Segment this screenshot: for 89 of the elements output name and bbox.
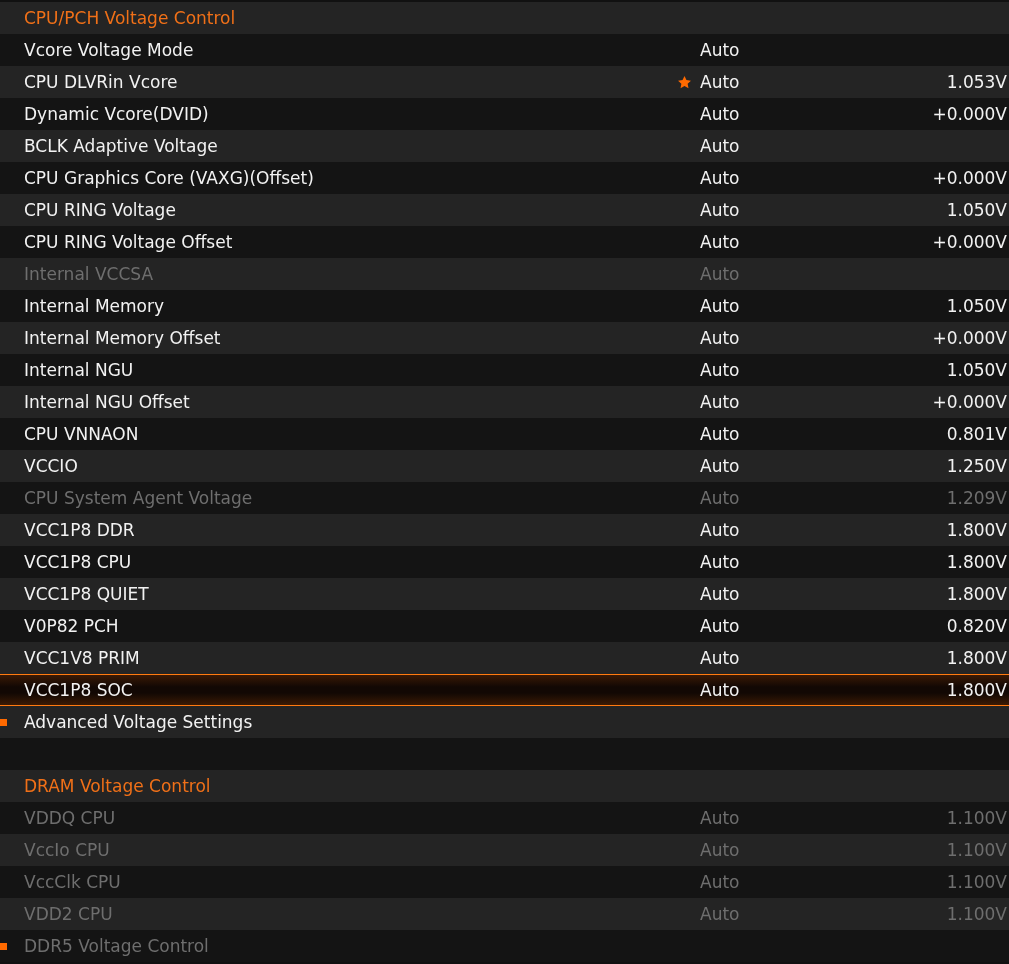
setting-label: CPU DLVRin Vcore [24, 72, 179, 92]
voltage-reading: 1.800V [946, 584, 1007, 604]
voltage-reading: 1.053V [946, 72, 1007, 92]
setting-row[interactable]: VCC1P8 SOC Auto 1.800V [0, 674, 1009, 706]
section-heading: DRAM Voltage Control [24, 776, 211, 796]
voltage-reading: 1.800V [946, 680, 1007, 700]
setting-value: Auto [700, 488, 740, 508]
setting-value: Auto [700, 520, 740, 540]
setting-row[interactable]: VCCIO Auto 1.250V [0, 450, 1009, 482]
voltage-reading: +0.000V [932, 328, 1007, 348]
setting-label: Internal NGU [24, 360, 135, 380]
setting-label: VCC1P8 SOC [24, 680, 134, 700]
setting-row[interactable]: VCC1V8 PRIM Auto 1.800V [0, 642, 1009, 674]
voltage-reading: 1.209V [946, 488, 1007, 508]
setting-label: Internal Memory [24, 296, 166, 316]
setting-label: Internal NGU Offset [24, 392, 191, 412]
setting-label: CPU Graphics Core (VAXG)(Offset) [24, 168, 315, 188]
setting-value: Auto [700, 168, 740, 188]
setting-value: Auto [700, 456, 740, 476]
setting-value: Auto [700, 40, 740, 60]
setting-value: Auto [700, 808, 740, 828]
setting-label: VDD2 CPU [24, 904, 114, 924]
voltage-reading: 1.100V [946, 872, 1007, 892]
setting-row[interactable]: VCC1P8 DDR Auto 1.800V [0, 514, 1009, 546]
setting-value: Auto [700, 648, 740, 668]
voltage-reading: 1.800V [946, 552, 1007, 572]
setting-row[interactable]: CPU RING Voltage Auto 1.050V [0, 194, 1009, 226]
setting-value: Auto [700, 136, 740, 156]
setting-row[interactable]: VCC1P8 QUIET Auto 1.800V [0, 578, 1009, 610]
submenu-label: DDR5 Voltage Control [24, 936, 209, 956]
setting-value: Auto [700, 584, 740, 604]
setting-value: Auto [700, 72, 740, 92]
setting-label: V0P82 PCH [24, 616, 120, 636]
setting-label: VCC1P8 QUIET [24, 584, 150, 604]
setting-row[interactable]: CPU DLVRin Vcore Auto 1.053V [0, 66, 1009, 98]
voltage-reading: 1.050V [946, 200, 1007, 220]
submenu-row[interactable]: Advanced Voltage Settings [0, 706, 1009, 738]
setting-label: BCLK Adaptive Voltage [24, 136, 219, 156]
setting-value: Auto [700, 680, 740, 700]
setting-value: Auto [700, 616, 740, 636]
voltage-reading: 1.800V [946, 520, 1007, 540]
setting-label: Internal VCCSA [24, 264, 155, 284]
voltage-reading: 1.050V [946, 296, 1007, 316]
voltage-reading: 1.050V [946, 360, 1007, 380]
setting-label: VCC1V8 PRIM [24, 648, 141, 668]
voltage-reading: 1.100V [946, 840, 1007, 860]
voltage-reading: +0.000V [932, 232, 1007, 252]
setting-row[interactable]: Internal NGU Offset Auto +0.000V [0, 386, 1009, 418]
voltage-reading: +0.000V [932, 104, 1007, 124]
setting-label: Internal Memory Offset [24, 328, 222, 348]
setting-value: Auto [700, 904, 740, 924]
setting-label: VDDQ CPU [24, 808, 117, 828]
section-heading: CPU/PCH Voltage Control [24, 8, 236, 28]
setting-value: Auto [700, 840, 740, 860]
setting-label: VCC1P8 DDR [24, 520, 136, 540]
setting-value: Auto [700, 232, 740, 252]
setting-row[interactable]: Internal Memory Offset Auto +0.000V [0, 322, 1009, 354]
setting-label: VCC1P8 CPU [24, 552, 133, 572]
voltage-reading: 1.250V [946, 456, 1007, 476]
voltage-reading: 0.820V [946, 616, 1007, 636]
setting-value: Auto [700, 552, 740, 572]
setting-value: Auto [700, 104, 740, 124]
bullet-icon [0, 718, 7, 726]
setting-value: Auto [700, 392, 740, 412]
setting-label: Dynamic Vcore(DVID) [24, 104, 210, 124]
setting-label: CPU System Agent Voltage [24, 488, 254, 508]
setting-label: VccClk CPU [24, 872, 122, 892]
voltage-reading: 1.800V [946, 648, 1007, 668]
setting-label: CPU VNNAON [24, 424, 140, 444]
setting-value: Auto [700, 296, 740, 316]
setting-value: Auto [700, 872, 740, 892]
bullet-icon [0, 942, 7, 950]
setting-label: VccIo CPU [24, 840, 111, 860]
setting-label: VCCIO [24, 456, 79, 476]
submenu-label: Advanced Voltage Settings [24, 712, 253, 732]
setting-value: Auto [700, 328, 740, 348]
voltage-reading: +0.000V [932, 392, 1007, 412]
setting-label: CPU RING Voltage [24, 200, 177, 220]
voltage-reading: 1.100V [946, 904, 1007, 924]
setting-value: Auto [700, 424, 740, 444]
setting-label: CPU RING Voltage Offset [24, 232, 234, 252]
voltage-reading: 1.100V [946, 808, 1007, 828]
setting-label: Vcore Voltage Mode [24, 40, 195, 60]
setting-value: Auto [700, 200, 740, 220]
voltage-reading: 0.801V [946, 424, 1007, 444]
setting-row[interactable]: BCLK Adaptive Voltage Auto [0, 130, 1009, 162]
setting-value: Auto [700, 360, 740, 380]
voltage-reading: +0.000V [932, 168, 1007, 188]
setting-value: Auto [700, 264, 740, 284]
